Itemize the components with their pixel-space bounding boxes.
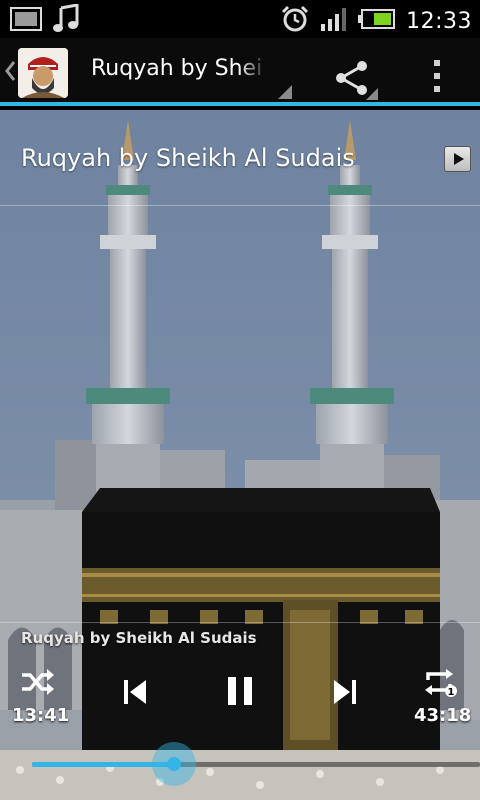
alarm-clock-icon <box>280 4 310 38</box>
elapsed-time: 13:41 <box>12 705 70 726</box>
music-note-icon <box>52 3 80 38</box>
repeat-one-icon[interactable]: 1 <box>420 662 460 702</box>
seek-bar[interactable] <box>32 742 480 786</box>
battery-icon <box>358 8 396 34</box>
pause-icon[interactable] <box>220 671 260 711</box>
app-icon[interactable] <box>18 48 68 98</box>
controls-divider <box>0 622 480 623</box>
now-playing-label: Ruqyah by Sheikh Al Sudais <box>21 629 257 647</box>
kaaba <box>82 488 440 762</box>
previous-icon[interactable] <box>115 672 155 712</box>
status-time: 12:33 <box>406 8 472 34</box>
repeat-badge: 1 <box>448 687 455 698</box>
action-bar: Ruqyah by Sheikh Al Sudais <box>0 38 480 106</box>
total-duration: 43:18 <box>414 705 472 726</box>
status-bar: 12:33 <box>0 0 480 38</box>
signal-icon <box>320 6 348 36</box>
shuffle-icon[interactable] <box>18 662 58 702</box>
title-fade <box>238 56 268 92</box>
player-content: Ruqyah by Sheikh Al Sudais Ruqyah by She… <box>0 110 480 800</box>
track-header: Ruqyah by Sheikh Al Sudais <box>0 110 480 206</box>
play-button-small[interactable] <box>444 146 471 172</box>
share-dropdown-indicator <box>366 88 378 100</box>
next-icon[interactable] <box>325 672 365 712</box>
track-title[interactable]: Ruqyah by Sheikh Al Sudais <box>21 144 355 172</box>
picture-icon <box>10 6 42 36</box>
seek-thumb[interactable] <box>151 742 196 786</box>
back-chevron-icon[interactable] <box>4 60 16 82</box>
spinner-indicator <box>278 85 292 99</box>
overflow-menu-icon[interactable] <box>426 56 448 96</box>
